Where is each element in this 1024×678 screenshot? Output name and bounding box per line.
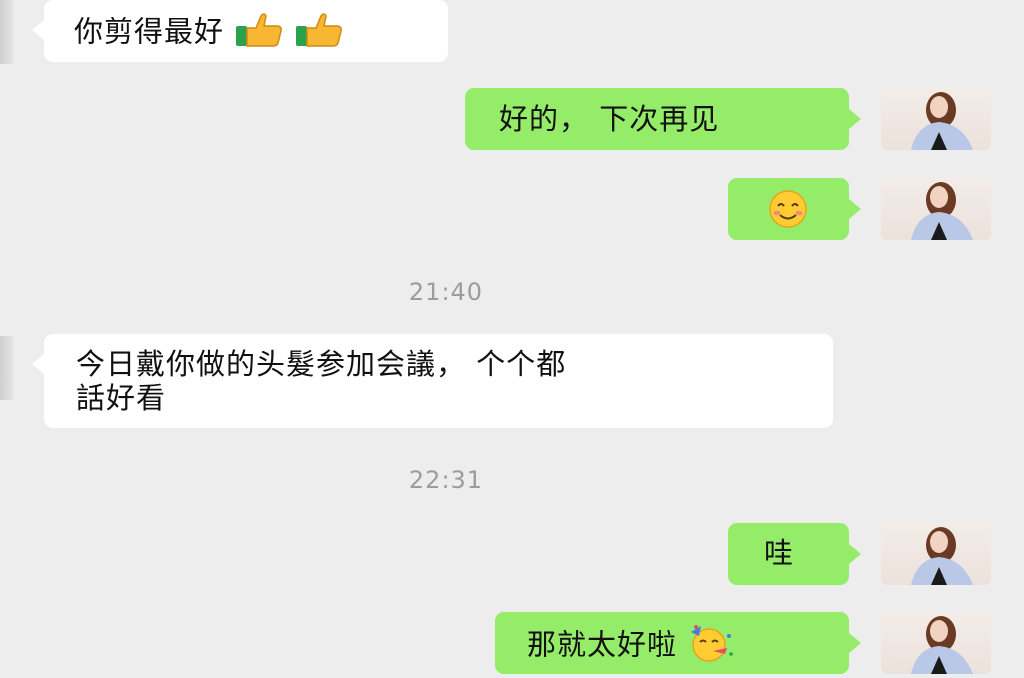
message-text: 你剪得最好 — [74, 14, 225, 49]
thumbs-up-icon — [294, 12, 344, 55]
message-text-line: 話好看 — [76, 381, 167, 415]
smiling-face-icon — [762, 189, 814, 236]
message-text: 好的， 下次再见 — [499, 102, 720, 136]
outgoing-message-bubble[interactable]: 哇 — [728, 523, 861, 585]
chat-message-list[interactable]: 你剪得最好 好的， 下次再见 21:40 今日戴你做的头髮参加会議， 个个都 話… — [0, 0, 1024, 678]
avatar[interactable] — [881, 178, 991, 240]
message-text-line: 今日戴你做的头髮参加会議， 个个都 — [76, 347, 567, 381]
incoming-message-bubble[interactable]: 你剪得最好 — [32, 0, 448, 62]
avatar[interactable] — [881, 523, 991, 585]
outgoing-message-bubble[interactable]: 那就太好啦 — [495, 612, 861, 674]
avatar[interactable] — [881, 88, 991, 150]
outgoing-message-bubble[interactable] — [728, 178, 861, 240]
party-face-icon — [687, 624, 735, 669]
incoming-message-bubble[interactable]: 今日戴你做的头髮参加会議， 个个都 話好看 — [32, 334, 833, 428]
partial-avatar-stub — [0, 0, 14, 64]
thumbs-up-icon — [234, 12, 284, 55]
avatar[interactable] — [881, 612, 991, 674]
partial-avatar-stub — [0, 336, 14, 400]
outgoing-message-bubble[interactable]: 好的， 下次再见 — [465, 88, 861, 150]
message-timestamp: 21:40 — [408, 278, 484, 306]
message-text: 哇 — [764, 536, 795, 570]
message-timestamp: 22:31 — [408, 466, 484, 494]
message-text: 那就太好啦 — [527, 627, 678, 662]
